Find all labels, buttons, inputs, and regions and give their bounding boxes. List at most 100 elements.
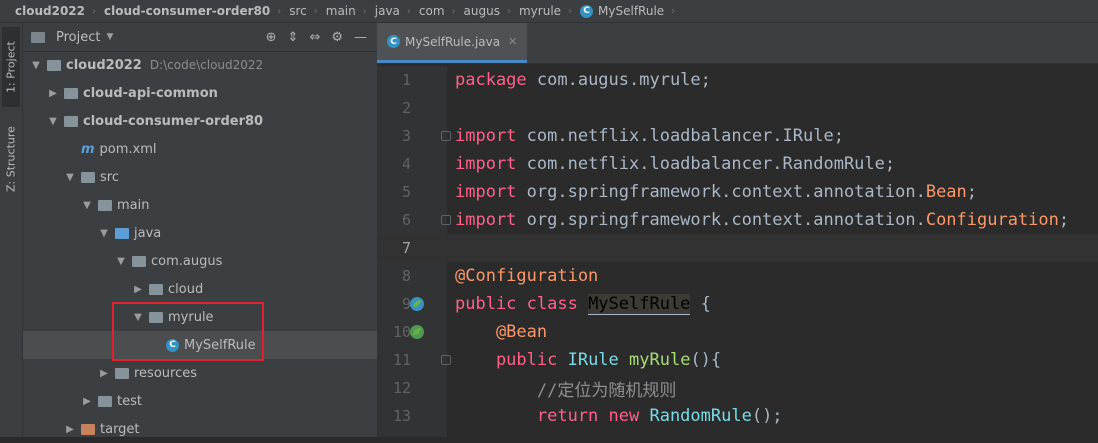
- tree-item[interactable]: ▶ resources: [23, 359, 377, 387]
- code-area[interactable]: 1 package com.augus.myrule; 2 3 import com.n…: [377, 66, 1098, 430]
- code-line[interactable]: 13 return new RandomRule ();: [377, 402, 1098, 430]
- package-icon: [149, 283, 163, 295]
- code-token: import: [455, 210, 517, 230]
- breadcrumb-separator: ›: [451, 5, 456, 17]
- code-line[interactable]: 2: [377, 94, 1098, 122]
- tree-item[interactable]: ▼ cloud2022 D:\code\cloud2022: [23, 51, 377, 79]
- chevron-down-icon[interactable]: ▼: [63, 172, 77, 183]
- tree-item[interactable]: ▶ target: [23, 415, 377, 443]
- code-token: import: [455, 126, 517, 146]
- breadcrumb-item[interactable]: src: [289, 4, 307, 18]
- close-icon[interactable]: ✕: [508, 35, 517, 48]
- breadcrumb-item[interactable]: cloud-consumer-order80: [104, 4, 270, 18]
- chevron-right-icon[interactable]: ▶: [97, 368, 111, 379]
- chevron-down-icon[interactable]: ▼: [80, 200, 94, 211]
- left-tool-strip: 1: Project Z: Structure: [0, 23, 23, 437]
- folder-icon: [115, 367, 129, 379]
- chevron-down-icon[interactable]: ▼: [114, 256, 128, 267]
- fold-icon[interactable]: [441, 355, 451, 365]
- code-token: org.springframework.context.annotation.: [516, 210, 926, 230]
- code-line[interactable]: 12 //定位为随机规则: [377, 374, 1098, 402]
- code-token: myRule: [629, 350, 691, 370]
- locate-icon[interactable]: ⊕: [266, 30, 277, 45]
- spring-bean-icon[interactable]: [409, 324, 425, 340]
- code-line[interactable]: 10 @Bean: [377, 318, 1098, 346]
- code-line[interactable]: 9 public class MySelfRule {: [377, 290, 1098, 318]
- code-token: public: [455, 350, 568, 370]
- folder-icon: [115, 227, 129, 239]
- code-line[interactable]: 5 import org.springframework.context.anno…: [377, 178, 1098, 206]
- tree-item[interactable]: ▶ cloud-api-common: [23, 79, 377, 107]
- code-line[interactable]: 11 public IRule myRule(){: [377, 346, 1098, 374]
- code-line[interactable]: 3 import com.netflix.loadbalancer.IRule;: [377, 122, 1098, 150]
- gear-icon[interactable]: ⚙: [331, 30, 343, 45]
- tree-item[interactable]: ▼ src: [23, 163, 377, 191]
- tree-item[interactable]: ▼ java: [23, 219, 377, 247]
- breadcrumb-item[interactable]: main: [326, 4, 356, 18]
- line-number: 7: [401, 239, 411, 257]
- folder-icon: [47, 59, 61, 71]
- chevron-down-icon[interactable]: ▼: [97, 228, 111, 239]
- project-title[interactable]: Project: [56, 30, 100, 45]
- project-toolbar: Project ▼ ⊕ ⇕ ⇔ ⚙ —: [23, 23, 377, 52]
- tree-item-path: D:\code\cloud2022: [149, 58, 264, 72]
- chevron-down-icon[interactable]: ▼: [29, 60, 43, 71]
- structure-tool-tab[interactable]: Z: Structure: [2, 115, 20, 203]
- tree-item-label: test: [117, 393, 142, 409]
- breadcrumb-item[interactable]: augus: [464, 4, 500, 18]
- code-line[interactable]: 8 @Configuration: [377, 262, 1098, 290]
- project-tool-tab[interactable]: 1: Project: [2, 27, 20, 107]
- line-number: 6: [401, 211, 411, 229]
- expand-all-icon[interactable]: ⇕: [288, 30, 299, 45]
- tree-item-label: resources: [134, 365, 198, 381]
- highlight-box: [112, 302, 264, 361]
- tab-myselfrule[interactable]: C MySelfRule.java ✕: [377, 23, 528, 63]
- tree-item-label: com.augus: [151, 253, 223, 269]
- line-number: 11: [392, 351, 411, 369]
- collapse-all-icon[interactable]: ⇔: [309, 30, 320, 45]
- chevron-right-icon[interactable]: ▶: [46, 88, 60, 99]
- line-number: 9: [401, 295, 411, 313]
- chevron-down-icon[interactable]: ▼: [46, 116, 60, 127]
- code-line[interactable]: 4 import com.netflix.loadbalancer.RandomR…: [377, 150, 1098, 178]
- breadcrumb: cloud2022 › cloud-consumer-order80 › src › mai…: [0, 0, 1098, 23]
- tree-item[interactable]: ▼ cloud-consumer-order80: [23, 107, 377, 135]
- tree-item-label: src: [100, 169, 119, 185]
- fold-icon[interactable]: [441, 215, 451, 225]
- project-folder-icon: [31, 31, 45, 43]
- tree-item[interactable]: ▼ main: [23, 191, 377, 219]
- breadcrumb-label: cloud-consumer-order80: [104, 4, 271, 18]
- breadcrumb-item[interactable]: com: [419, 4, 445, 18]
- fold-icon[interactable]: [441, 131, 451, 141]
- tree-item[interactable]: m pom.xml: [23, 135, 377, 163]
- code-token: com.augus.myrule;: [526, 70, 711, 90]
- tree-item-label: target: [100, 421, 140, 437]
- folder-icon: [98, 199, 112, 211]
- spring-class-icon[interactable]: [409, 296, 425, 312]
- code-line[interactable]: 6 import org.springframework.context.anno…: [377, 206, 1098, 234]
- chevron-right-icon[interactable]: ▶: [63, 424, 77, 435]
- breadcrumb-separator: ›: [313, 5, 318, 17]
- chevron-right-icon[interactable]: ▶: [131, 284, 145, 295]
- breadcrumb-separator: ›: [406, 5, 411, 17]
- breadcrumb-item[interactable]: myrule: [519, 4, 561, 18]
- code-line[interactable]: 1 package com.augus.myrule;: [377, 66, 1098, 94]
- code-token: IRule: [567, 350, 630, 370]
- breadcrumb-separator: ›: [277, 5, 282, 17]
- chevron-down-icon[interactable]: ▼: [106, 32, 113, 42]
- tree-item-label: main: [117, 197, 150, 213]
- code-token: public class: [455, 294, 589, 314]
- tree-item[interactable]: ▶ test: [23, 387, 377, 415]
- breadcrumb-item[interactable]: java: [375, 4, 400, 18]
- breadcrumb-label: src: [289, 4, 307, 18]
- tree-item[interactable]: ▶ cloud: [23, 275, 377, 303]
- code-token: MySelfRule: [588, 293, 691, 315]
- code-token: return new: [455, 406, 650, 426]
- breadcrumb-item[interactable]: cloud2022: [15, 4, 85, 18]
- tree-item[interactable]: ▼ com.augus: [23, 247, 377, 275]
- breadcrumb-item[interactable]: C MySelfRule: [580, 4, 664, 18]
- line-number: 13: [392, 407, 411, 425]
- code-line[interactable]: 7: [377, 234, 1098, 262]
- chevron-right-icon[interactable]: ▶: [80, 396, 94, 407]
- minimize-icon[interactable]: —: [354, 30, 367, 45]
